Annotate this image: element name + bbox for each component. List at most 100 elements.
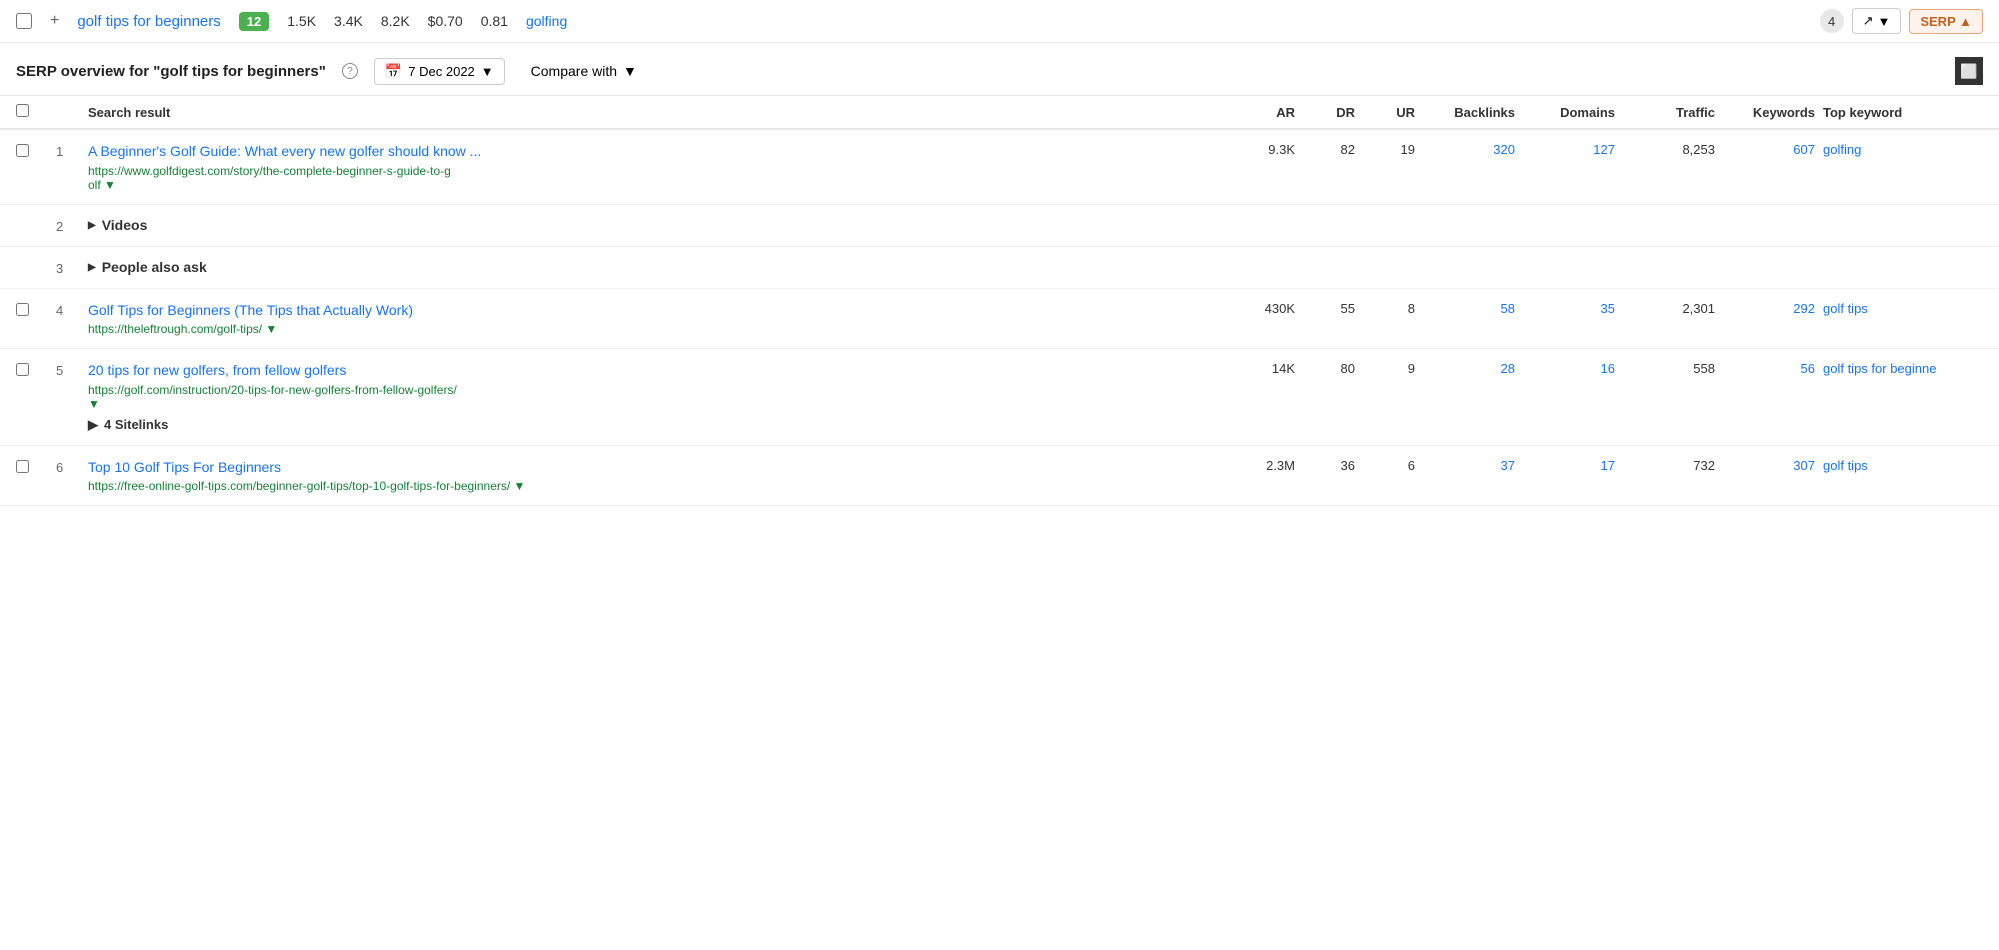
trend-button[interactable]: ↗ ▼ <box>1852 8 1902 34</box>
result-ur: 19 <box>1363 142 1423 157</box>
result-traffic: 732 <box>1623 458 1723 473</box>
date-label: 7 Dec 2022 <box>408 64 475 79</box>
result-backlinks[interactable]: 320 <box>1423 142 1523 157</box>
result-ar: 2.3M <box>1213 458 1303 473</box>
row-checkbox[interactable] <box>16 142 56 160</box>
add-icon[interactable]: + <box>50 12 59 30</box>
sitelinks-expand-arrow: ▶ <box>88 417 98 433</box>
result-domains[interactable]: 17 <box>1523 458 1623 473</box>
result-top-keyword[interactable]: golfing <box>1823 142 1983 157</box>
export-icon: ⬜ <box>1960 63 1977 80</box>
trend-arrow: ▼ <box>1877 14 1890 29</box>
tag-label: golfing <box>526 13 567 29</box>
special-row-number: 3 <box>56 259 88 276</box>
result-ar: 14K <box>1213 361 1303 376</box>
page-title: SERP overview for "golf tips for beginne… <box>16 63 326 80</box>
compare-button[interactable]: Compare with ▼ <box>521 59 647 83</box>
result-url[interactable]: https://theleftrough.com/golf-tips/ ▼ <box>88 322 1213 336</box>
result-domains[interactable]: 16 <box>1523 361 1623 376</box>
help-icon[interactable]: ? <box>342 63 358 79</box>
select-all-checkbox[interactable] <box>16 104 29 117</box>
result-top-keyword[interactable]: golf tips for beginne <box>1823 361 1983 376</box>
result-traffic: 2,301 <box>1623 301 1723 316</box>
table-row: 1 A Beginner's Golf Guide: What every ne… <box>0 130 1999 205</box>
volume-stat: 1.5K <box>287 13 316 29</box>
result-title[interactable]: 20 tips for new golfers, from fellow gol… <box>88 361 1213 381</box>
result-title-area: 20 tips for new golfers, from fellow gol… <box>88 361 1213 433</box>
result-backlinks[interactable]: 28 <box>1423 361 1523 376</box>
expand-arrow-icon: ▶ <box>88 220 96 231</box>
result-keywords[interactable]: 292 <box>1723 301 1823 316</box>
result-domains[interactable]: 127 <box>1523 142 1623 157</box>
table-header: Search result AR DR UR Backlinks Domains… <box>0 96 1999 130</box>
table-row: 6 Top 10 Golf Tips For Beginners https:/… <box>0 446 1999 507</box>
table-row: 4 Golf Tips for Beginners (The Tips that… <box>0 289 1999 350</box>
special-label-text: People also ask <box>102 259 207 275</box>
col-ur: UR <box>1363 105 1423 120</box>
result-title[interactable]: A Beginner's Golf Guide: What every new … <box>88 142 1213 162</box>
compare-label: Compare with <box>531 63 617 79</box>
row-checkbox[interactable] <box>16 301 56 319</box>
col-traffic: Traffic <box>1623 105 1723 120</box>
row-checkbox[interactable] <box>16 361 56 379</box>
result-keywords[interactable]: 56 <box>1723 361 1823 376</box>
result-title[interactable]: Top 10 Golf Tips For Beginners <box>88 458 1213 478</box>
result-domains[interactable]: 35 <box>1523 301 1623 316</box>
calendar-icon: 📅 <box>385 63 402 80</box>
result-dr: 55 <box>1303 301 1363 316</box>
table-row: 5 20 tips for new golfers, from fellow g… <box>0 349 1999 446</box>
special-row-label[interactable]: ▶ Videos <box>88 217 1983 233</box>
date-button[interactable]: 📅 7 Dec 2022 ▼ <box>374 58 505 85</box>
result-title[interactable]: Golf Tips for Beginners (The Tips that A… <box>88 301 1213 321</box>
row-checkbox[interactable] <box>16 458 56 476</box>
col-keywords: Keywords <box>1723 105 1823 120</box>
result-backlinks[interactable]: 58 <box>1423 301 1523 316</box>
result-backlinks[interactable]: 37 <box>1423 458 1523 473</box>
export-button[interactable]: ⬜ <box>1955 57 1983 85</box>
col-search-result: Search result <box>88 105 1213 120</box>
result-traffic: 8,253 <box>1623 142 1723 157</box>
result-dr: 80 <box>1303 361 1363 376</box>
result-keywords[interactable]: 307 <box>1723 458 1823 473</box>
special-label-text: Videos <box>102 217 148 233</box>
top-bar: + golf tips for beginners 12 1.5K 3.4K 8… <box>0 0 1999 43</box>
result-keywords[interactable]: 607 <box>1723 142 1823 157</box>
rows-container: 1 A Beginner's Golf Guide: What every ne… <box>0 130 1999 506</box>
result-url[interactable]: https://www.golfdigest.com/story/the-com… <box>88 164 1213 192</box>
serp-button[interactable]: SERP ▲ <box>1909 9 1983 34</box>
result-title-area: Top 10 Golf Tips For Beginners https://f… <box>88 458 1213 494</box>
stat3: 8.2K <box>381 13 410 29</box>
row-number: 5 <box>56 361 88 378</box>
trend-icon: ↗ <box>1863 13 1874 29</box>
special-row[interactable]: 2 ▶ Videos <box>0 205 1999 247</box>
special-row-number: 2 <box>56 217 88 234</box>
stat2: 3.4K <box>334 13 363 29</box>
col-backlinks: Backlinks <box>1423 105 1523 120</box>
col-dr: DR <box>1303 105 1363 120</box>
result-ur: 9 <box>1363 361 1423 376</box>
row-number: 6 <box>56 458 88 475</box>
result-ar: 9.3K <box>1213 142 1303 157</box>
keyword-label: golf tips for beginners <box>77 13 220 30</box>
header-row: SERP overview for "golf tips for beginne… <box>0 43 1999 96</box>
result-url[interactable]: https://free-online-golf-tips.com/beginn… <box>88 479 1213 493</box>
result-dr: 36 <box>1303 458 1363 473</box>
col-top-keyword: Top keyword <box>1823 105 1983 120</box>
special-row[interactable]: 3 ▶ People also ask <box>0 247 1999 289</box>
col-domains: Domains <box>1523 105 1623 120</box>
col-check[interactable] <box>16 104 56 120</box>
result-top-keyword[interactable]: golf tips <box>1823 458 1983 473</box>
result-traffic: 558 <box>1623 361 1723 376</box>
result-top-keyword[interactable]: golf tips <box>1823 301 1983 316</box>
serp-label: SERP ▲ <box>1920 14 1972 29</box>
special-row-label[interactable]: ▶ People also ask <box>88 259 1983 275</box>
result-ur: 6 <box>1363 458 1423 473</box>
col-ar: AR <box>1213 105 1303 120</box>
result-url[interactable]: https://golf.com/instruction/20-tips-for… <box>88 383 1213 411</box>
sitelinks-label[interactable]: ▶ 4 Sitelinks <box>88 417 1213 433</box>
top-bar-checkbox[interactable] <box>16 13 32 29</box>
kd-stat: 0.81 <box>481 13 508 29</box>
top-bar-right: 4 ↗ ▼ SERP ▲ <box>1820 8 1983 34</box>
result-title-area: Golf Tips for Beginners (The Tips that A… <box>88 301 1213 337</box>
result-ur: 8 <box>1363 301 1423 316</box>
